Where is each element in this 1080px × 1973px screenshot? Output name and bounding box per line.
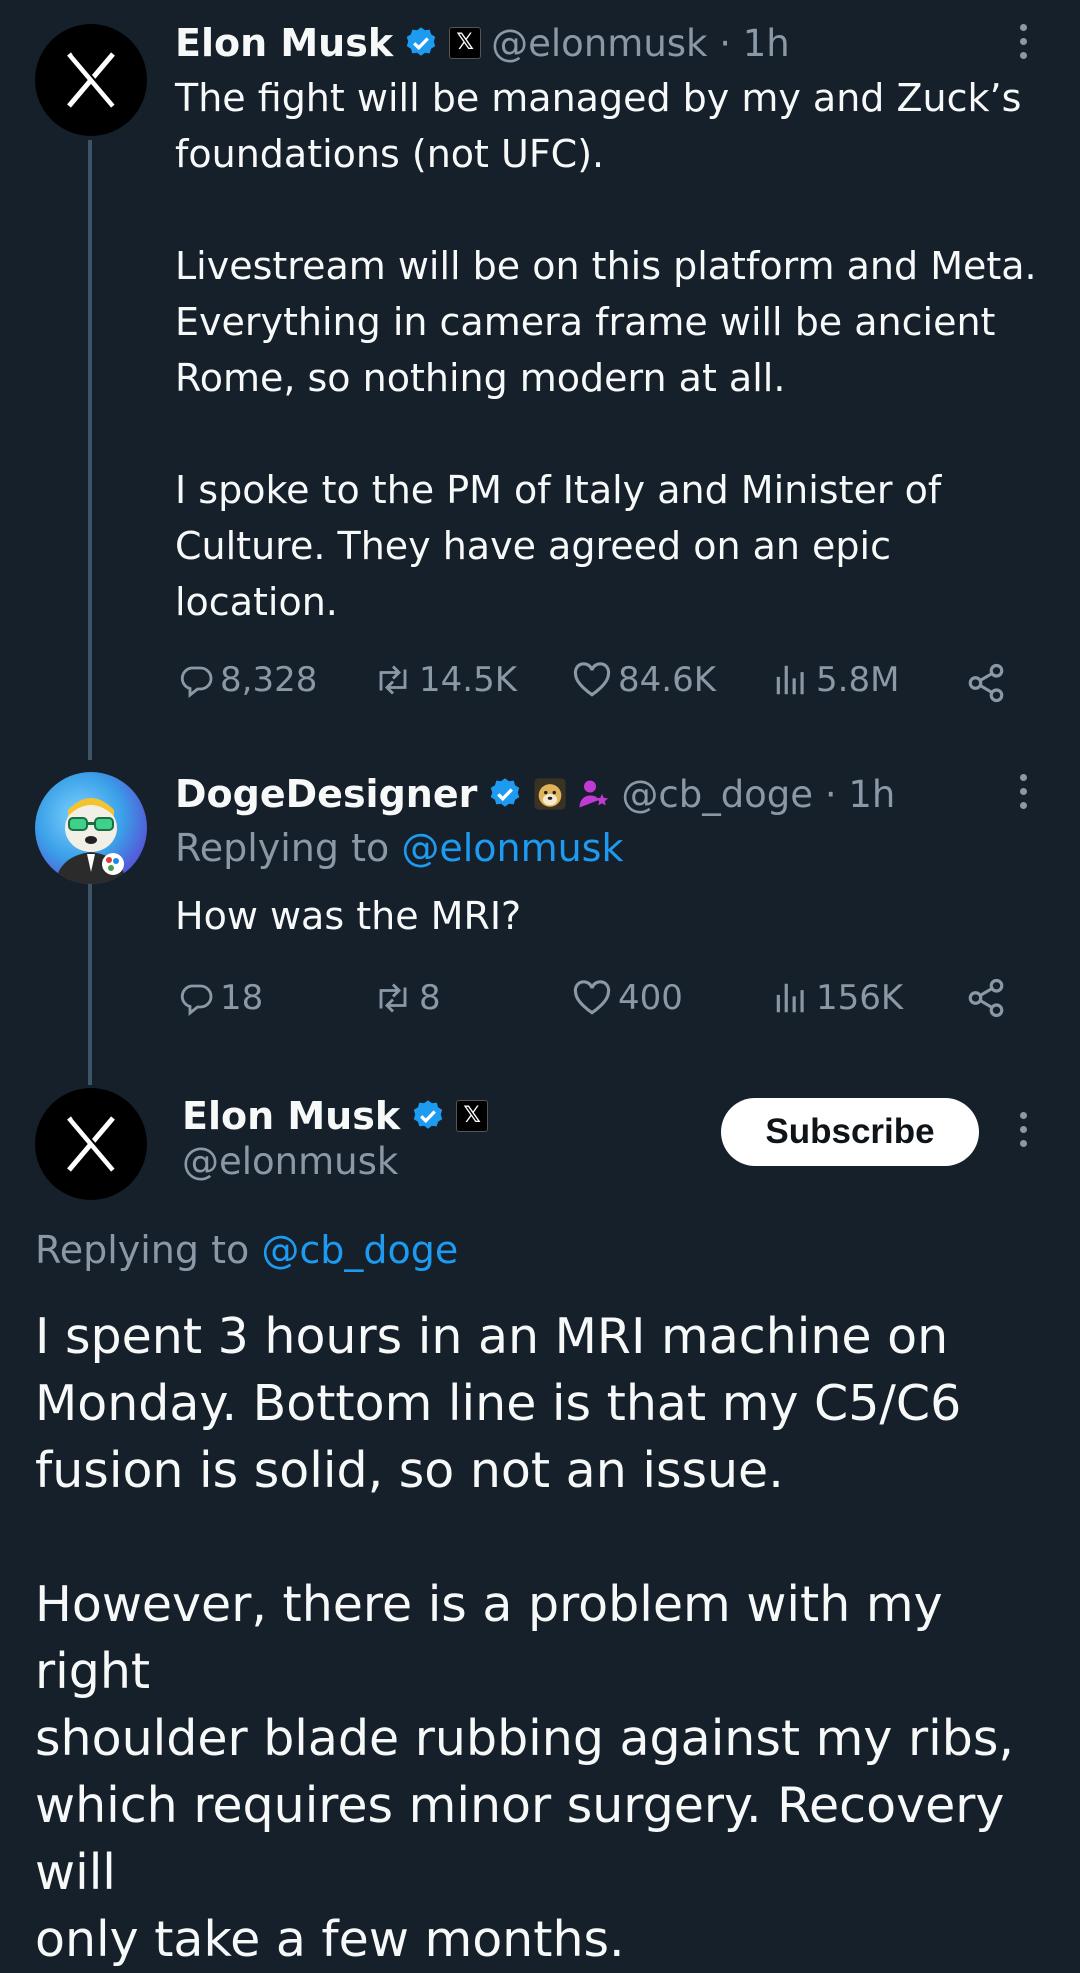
tweet-header: Elon Musk 𝕏 @elonmusk · 1h xyxy=(175,15,790,71)
affiliate-badge-icon xyxy=(579,780,609,808)
x-affiliate-badge-icon: 𝕏 xyxy=(449,27,482,59)
repost-icon xyxy=(379,665,407,695)
author-handle[interactable]: @cb_doge · 1h xyxy=(621,773,895,816)
author-name[interactable]: Elon Musk xyxy=(175,21,393,65)
views-icon xyxy=(776,665,804,695)
replying-to-prefix: Replying to xyxy=(35,1228,262,1272)
like-count: 84.6K xyxy=(618,660,716,700)
repost-count: 14.5K xyxy=(419,660,517,700)
views-button[interactable]: 156K xyxy=(772,978,903,1018)
heart-icon xyxy=(573,662,611,697)
views-count: 156K xyxy=(816,978,904,1018)
reply-count: 8,328 xyxy=(220,660,318,700)
thread-line xyxy=(88,140,92,760)
replying-to: Replying to @elonmusk xyxy=(175,826,624,870)
reply-button[interactable]: 8,328 xyxy=(178,660,317,700)
like-button[interactable]: 400 xyxy=(572,978,683,1018)
replying-to: Replying to @cb_doge xyxy=(35,1228,458,1272)
tweet-body: I spent 3 hours in an MRI machine on Mon… xyxy=(35,1308,1014,1968)
heart-icon xyxy=(573,980,611,1015)
replying-to-link[interactable]: @cb_doge xyxy=(261,1228,458,1272)
tweet-header: Elon Musk 𝕏 xyxy=(182,1088,489,1144)
like-count: 400 xyxy=(618,978,683,1018)
reply-icon xyxy=(180,984,213,1016)
avatar-elon[interactable] xyxy=(35,1088,147,1200)
reply-icon xyxy=(180,666,213,698)
author-handle[interactable]: @elonmusk · 1h xyxy=(491,22,790,65)
author-handle[interactable]: @elonmusk xyxy=(182,1140,398,1183)
tweet-header: DogeDesigner @cb_doge · 1h xyxy=(175,766,895,822)
more-icon[interactable] xyxy=(1020,1112,1028,1154)
verified-badge-icon xyxy=(406,27,436,56)
more-icon[interactable] xyxy=(1020,774,1028,816)
replying-to-link[interactable]: @elonmusk xyxy=(401,826,623,870)
share-button[interactable] xyxy=(965,977,1013,1019)
views-icon xyxy=(776,983,804,1013)
tweet-body: How was the MRI? xyxy=(175,894,522,938)
x-affiliate-badge-icon: 𝕏 xyxy=(456,1100,489,1132)
subscribe-button[interactable]: Subscribe xyxy=(721,1098,979,1166)
repost-icon xyxy=(379,983,407,1013)
author-name[interactable]: DogeDesigner xyxy=(175,772,477,816)
verified-badge-icon xyxy=(491,778,520,807)
replying-to-prefix: Replying to xyxy=(175,826,402,870)
share-button[interactable] xyxy=(965,662,1013,704)
share-icon xyxy=(968,663,1004,703)
views-button[interactable]: 5.8M xyxy=(772,660,899,700)
doge-badge-icon xyxy=(534,778,566,810)
reply-button[interactable]: 18 xyxy=(178,978,263,1018)
avatar-elon[interactable] xyxy=(35,24,147,136)
like-button[interactable]: 84.6K xyxy=(572,660,716,700)
reply-count: 18 xyxy=(220,978,264,1018)
share-icon xyxy=(968,978,1004,1018)
repost-button[interactable]: 8 xyxy=(373,978,441,1018)
tweet-body: The fight will be managed by my and Zuck… xyxy=(175,76,1037,624)
views-count: 5.8M xyxy=(816,660,900,700)
repost-button[interactable]: 14.5K xyxy=(373,660,517,700)
author-name[interactable]: Elon Musk xyxy=(182,1094,400,1138)
verified-badge-icon xyxy=(413,1100,443,1129)
avatar-dogedesigner[interactable] xyxy=(35,772,147,884)
more-icon[interactable] xyxy=(1020,24,1028,66)
repost-count: 8 xyxy=(419,978,441,1018)
thread-line xyxy=(88,880,92,1085)
